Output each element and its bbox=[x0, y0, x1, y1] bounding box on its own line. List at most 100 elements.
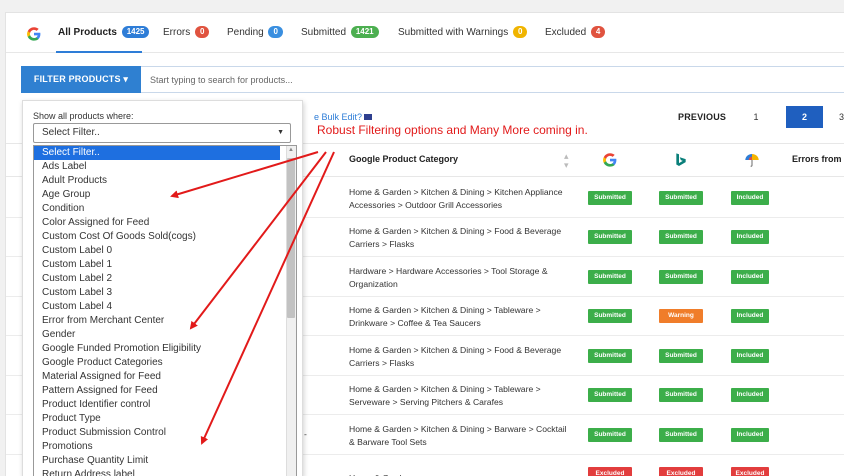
google-status-badge: Submitted bbox=[588, 349, 632, 363]
meta-status-badge: Included bbox=[731, 309, 769, 323]
filter-option[interactable]: Promotions bbox=[34, 440, 296, 454]
bing-status-badge: Excluded bbox=[659, 467, 703, 476]
filter-option[interactable]: Google Product Categories bbox=[34, 356, 296, 370]
filter-option[interactable]: Error from Merchant Center bbox=[34, 314, 296, 328]
google-status-badge: Excluded bbox=[588, 467, 632, 476]
filter-option[interactable]: Adult Products bbox=[34, 174, 296, 188]
filter-option[interactable]: Product Type bbox=[34, 412, 296, 426]
row-google-category: Hardware > Hardware Accessories > Tool S… bbox=[349, 266, 548, 289]
filter-products-button[interactable]: FILTER PRODUCTS ▾ bbox=[21, 66, 141, 93]
tab-all-products[interactable]: All Products 1425 bbox=[58, 26, 150, 40]
filter-option[interactable]: Product Submission Control bbox=[34, 426, 296, 440]
filter-option[interactable]: Product Identifier control bbox=[34, 398, 296, 412]
tab-submitted[interactable]: Submitted 1421 bbox=[301, 26, 379, 40]
filter-panel-label: Show all products where: bbox=[33, 111, 134, 121]
page-1-button[interactable]: 1 bbox=[744, 106, 768, 128]
filter-dropdown-panel: Show all products where: Select Filter..… bbox=[22, 100, 303, 476]
previous-page-button[interactable]: PREVIOUS bbox=[678, 112, 726, 122]
sort-arrows-icon[interactable]: ▴ ▾ bbox=[564, 152, 569, 170]
meta-status-badge: Included bbox=[731, 191, 769, 205]
tab-label: Pending bbox=[227, 27, 264, 38]
bing-status-badge: Submitted bbox=[659, 428, 703, 442]
filter-options-list[interactable]: Select Filter.. Ads Label Adult Products Ag… bbox=[33, 145, 297, 476]
row-google-category: Home & Garden > Kitchen & Dining > Barwa… bbox=[349, 424, 567, 447]
filter-options: Select Filter.. Ads Label Adult Products Ag… bbox=[34, 146, 296, 476]
count-badge: 0 bbox=[268, 26, 283, 38]
google-status-badge: Submitted bbox=[588, 428, 632, 442]
row-google-category: Home & Garden > Kitchen & Dining > Food … bbox=[349, 345, 562, 368]
google-status-badge: Submitted bbox=[588, 270, 632, 284]
row-google-category: Home & Garden > Kitchen & Dining > Kitch… bbox=[349, 187, 563, 210]
google-icon bbox=[27, 27, 41, 41]
count-badge: 0 bbox=[513, 26, 528, 38]
filter-option[interactable]: Purchase Quantity Limit bbox=[34, 454, 296, 468]
tab-label: Excluded bbox=[545, 27, 587, 38]
filter-option[interactable]: Material Assigned for Feed bbox=[34, 370, 296, 384]
scrollbar-thumb[interactable] bbox=[287, 158, 295, 318]
filter-option[interactable]: Condition bbox=[34, 202, 296, 216]
bulk-edit-link[interactable]: e Bulk Edit? bbox=[314, 112, 373, 122]
bing-status-badge: Submitted bbox=[659, 388, 703, 402]
tab-label: All Products bbox=[58, 27, 117, 38]
bing-icon bbox=[676, 153, 686, 166]
product-search-input[interactable] bbox=[141, 66, 844, 93]
count-badge: 1425 bbox=[121, 26, 150, 38]
filter-select[interactable]: Select Filter.. ▼ bbox=[33, 123, 291, 143]
tab-submitted-with-warnings[interactable]: Submitted with Warnings 0 bbox=[398, 26, 528, 40]
annotation-text: Robust Filtering options and Many More c… bbox=[317, 123, 588, 137]
filter-option[interactable]: Pattern Assigned for Feed bbox=[34, 384, 296, 398]
google-status-badge: Submitted bbox=[588, 191, 632, 205]
meta-status-badge: Included bbox=[731, 230, 769, 244]
page-3-button[interactable]: 3 bbox=[839, 106, 844, 128]
filter-option[interactable]: Return Address label bbox=[34, 468, 296, 476]
tab-errors[interactable]: Errors 0 bbox=[163, 26, 210, 40]
filter-option[interactable]: Custom Label 3 bbox=[34, 286, 296, 300]
count-badge: 1421 bbox=[350, 26, 379, 38]
row-google-category: Home & Garden > Kitchen & Dining > Table… bbox=[349, 384, 541, 407]
filter-select-value: Select Filter.. bbox=[42, 127, 100, 138]
tab-label: Errors bbox=[163, 27, 191, 38]
column-google-product-category[interactable]: Google Product Category bbox=[349, 154, 458, 164]
meta-status-badge: Excluded bbox=[731, 467, 769, 476]
filter-option[interactable]: Custom Label 1 bbox=[34, 258, 296, 272]
count-badge: 4 bbox=[590, 26, 606, 38]
meta-status-badge: Included bbox=[731, 428, 769, 442]
google-status-badge: Submitted bbox=[588, 309, 632, 323]
filter-option[interactable]: Color Assigned for Feed bbox=[34, 216, 296, 230]
tab-excluded[interactable]: Excluded 4 bbox=[545, 26, 606, 40]
product-feed-app: All Products 1425 Errors 0 Pending 0 Sub… bbox=[5, 12, 844, 476]
column-errors-from-merchant[interactable]: Errors from M bbox=[792, 154, 844, 164]
count-badge: 0 bbox=[195, 26, 210, 38]
filter-option[interactable]: Age Group bbox=[34, 188, 296, 202]
row-google-category: Home & Garden > Kitchen & Dining > Table… bbox=[349, 305, 541, 328]
filter-option[interactable]: Custom Label 2 bbox=[34, 272, 296, 286]
filter-option[interactable]: Gender bbox=[34, 328, 296, 342]
status-tabs: All Products 1425 Errors 0 Pending 0 Sub… bbox=[6, 13, 844, 53]
google-status-badge: Submitted bbox=[588, 230, 632, 244]
chevron-down-icon: ▼ bbox=[277, 129, 284, 136]
google-icon bbox=[603, 153, 617, 167]
meta-status-badge: Included bbox=[731, 349, 769, 363]
video-camera-icon bbox=[364, 114, 373, 120]
bing-status-badge: Submitted bbox=[659, 349, 703, 363]
tab-label: Submitted with Warnings bbox=[398, 27, 509, 38]
meta-status-badge: Included bbox=[731, 388, 769, 402]
scroll-up-icon[interactable]: ▲ bbox=[288, 147, 294, 153]
bing-status-badge: Warning bbox=[659, 309, 703, 323]
bing-status-badge: Submitted bbox=[659, 191, 703, 205]
bulk-edit-label: e Bulk Edit? bbox=[314, 112, 363, 122]
filter-option[interactable]: Custom Label 4 bbox=[34, 300, 296, 314]
filter-option[interactable]: Select Filter.. bbox=[34, 146, 280, 160]
filter-option[interactable]: Custom Cost Of Goods Sold(cogs) bbox=[34, 230, 296, 244]
row-google-category: Home & Garden > Kitchen & Dining > Food … bbox=[349, 226, 562, 249]
tab-pending[interactable]: Pending 0 bbox=[227, 26, 283, 40]
filter-option[interactable]: Google Funded Promotion Eligibility bbox=[34, 342, 296, 356]
filter-option[interactable]: Ads Label bbox=[34, 160, 296, 174]
google-status-badge: Submitted bbox=[588, 388, 632, 402]
row-google-category: Home & Garden bbox=[349, 472, 574, 476]
active-tab-indicator bbox=[56, 51, 142, 53]
tab-label: Submitted bbox=[301, 27, 347, 38]
umbrella-icon bbox=[745, 154, 759, 167]
filter-option[interactable]: Custom Label 0 bbox=[34, 244, 296, 258]
page-2-button[interactable]: 2 bbox=[786, 106, 823, 128]
